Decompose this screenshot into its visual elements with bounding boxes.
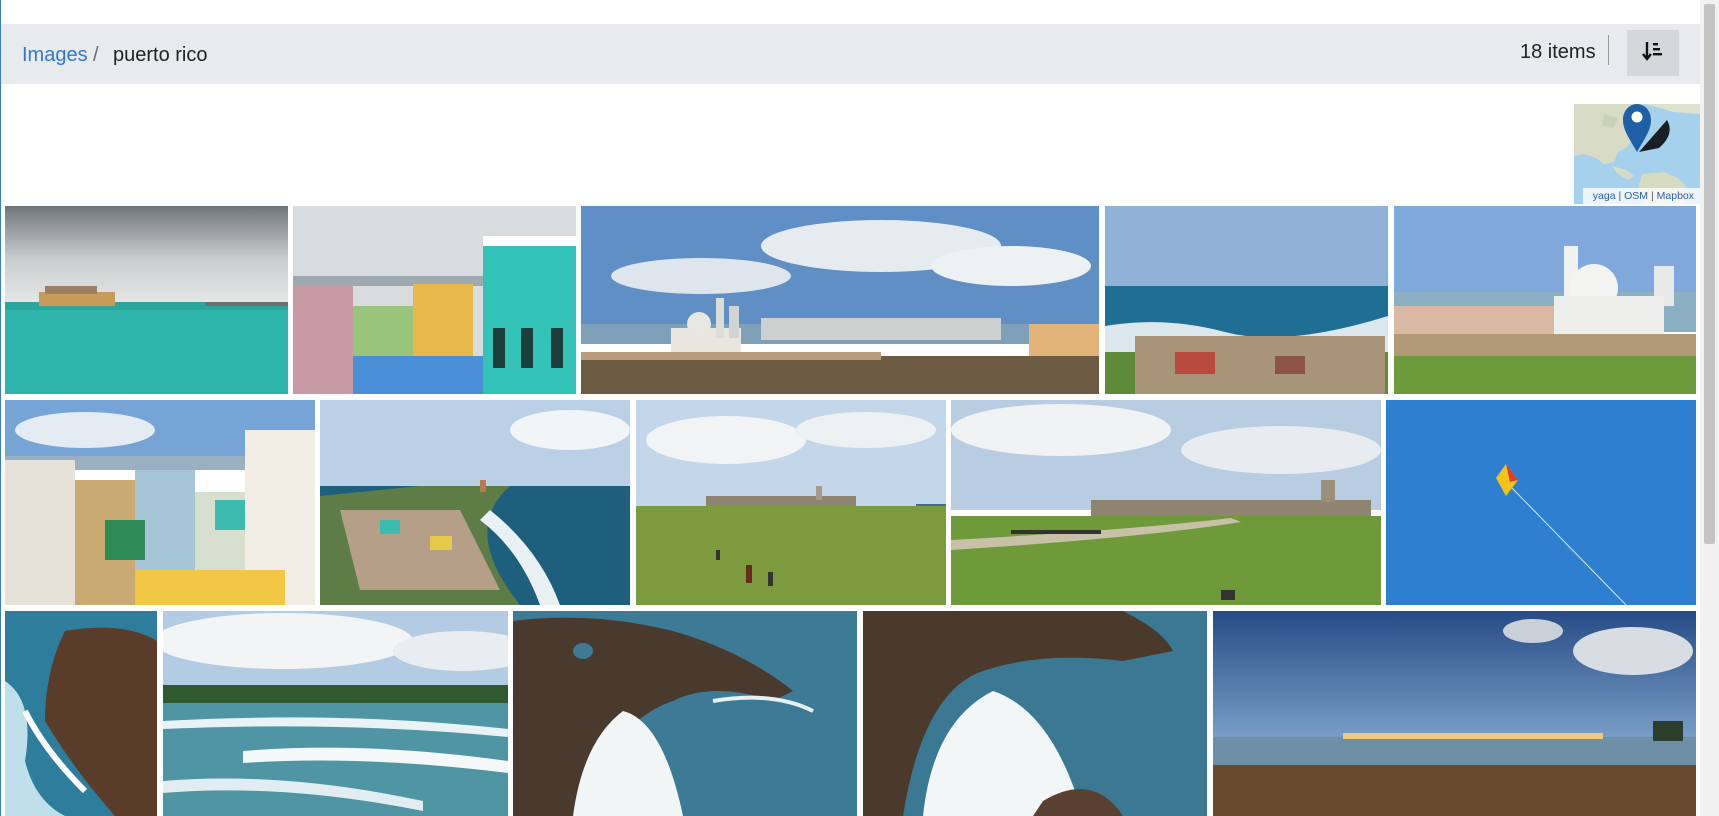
- photo-el-morro-fort-lawn[interactable]: [951, 400, 1381, 605]
- breadcrumb-current: puerto rico: [113, 44, 208, 66]
- photo-el-morro-lawn-people[interactable]: [636, 400, 946, 605]
- sort-descending-icon: [1642, 40, 1664, 67]
- toolbar: Images / puerto rico 18 items: [1, 24, 1701, 84]
- attribution-osm-link[interactable]: OSM: [1624, 190, 1648, 202]
- photo-city-skyline-panorama[interactable]: [581, 206, 1099, 394]
- vertical-scrollbar[interactable]: [1700, 0, 1719, 816]
- breadcrumb-separator: /: [93, 44, 99, 66]
- breadcrumb-images-link[interactable]: Images: [22, 44, 88, 67]
- map-pin-icon[interactable]: [1619, 104, 1675, 161]
- photo-fortress-and-ocean[interactable]: [1105, 206, 1388, 394]
- toolbar-divider: [1608, 35, 1609, 65]
- photo-capitol-dome-view[interactable]: [1394, 206, 1696, 394]
- photo-rock-wave-crash[interactable]: [863, 611, 1207, 816]
- photo-beach-at-dusk-lights[interactable]: [1213, 611, 1696, 816]
- attribution-mapbox-link[interactable]: Mapbox: [1657, 190, 1694, 202]
- photo-rocky-coast-waves[interactable]: [5, 611, 157, 816]
- photo-rock-arch-wave-splash[interactable]: [513, 611, 857, 816]
- attribution-yaga-link[interactable]: yaga: [1593, 190, 1616, 202]
- photo-storm-over-bay[interactable]: [5, 206, 288, 394]
- sort-button[interactable]: [1627, 30, 1679, 76]
- item-count: 18 items: [1520, 41, 1596, 63]
- scrollbar-thumb[interactable]: [1704, 4, 1715, 544]
- photo-colorful-colonial-buildings[interactable]: [293, 206, 576, 394]
- map-attribution: yaga | OSM | Mapbox: [1582, 188, 1700, 204]
- photo-beach-waves-palms[interactable]: [163, 611, 508, 816]
- photo-kite-in-blue-sky[interactable]: [1386, 400, 1696, 605]
- gallery-page: Images / puerto rico 18 items yaga | OSM…: [0, 0, 1701, 816]
- location-map[interactable]: yaga | OSM | Mapbox: [1574, 104, 1700, 204]
- photo-la-perla-coastline[interactable]: [320, 400, 630, 605]
- photo-old-san-juan-rooftops[interactable]: [5, 400, 315, 605]
